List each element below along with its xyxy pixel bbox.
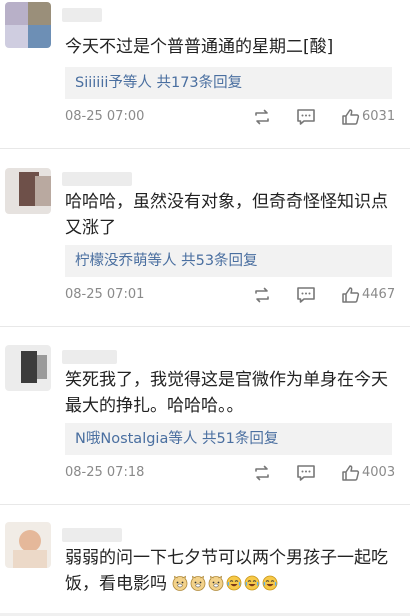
replies-link[interactable]: N哦Nostalgia等人 共51条回复	[65, 423, 392, 455]
avatar[interactable]	[5, 168, 51, 214]
replies-link[interactable]: Siiiiii予等人 共173条回复	[65, 67, 392, 99]
laugh-cry-emoji-icon	[263, 575, 278, 591]
comment-icon[interactable]	[296, 464, 316, 482]
timestamp: 08-25 07:01	[65, 287, 145, 302]
avatar[interactable]	[5, 2, 51, 48]
thumbs-up-icon[interactable]	[341, 286, 361, 304]
replies-link[interactable]: 柠檬没乔萌等人 共53条回复	[65, 245, 392, 277]
doge-emoji-icon	[191, 575, 206, 591]
comment-text: 哈哈哈，虽然没有对象，但奇奇怪怪知识点又涨了	[65, 192, 388, 238]
thumbs-up-icon[interactable]	[341, 108, 361, 126]
repost-icon[interactable]	[252, 108, 272, 126]
like-count: 6031	[362, 109, 396, 124]
comment-text: 今天不过是个普普通通的星期二[酸]	[65, 37, 334, 57]
comment-feed: 今天不过是个普普通通的星期二[酸] Siiiiii予等人 共173条回复 08-…	[0, 0, 410, 616]
comment-meta: 08-25 07:18 4003	[65, 463, 395, 483]
comment-text: 弱弱的问一下七夕节可以两个男孩子一起吃饭，看电影吗	[65, 545, 395, 597]
repost-icon[interactable]	[252, 464, 272, 482]
doge-emoji-icon	[209, 575, 224, 591]
comment-text: 笑死我了，我觉得这是官微作为单身在今天最大的挣扎。哈哈哈。。	[65, 370, 388, 416]
comment-icon[interactable]	[296, 286, 316, 304]
like-count: 4003	[362, 465, 396, 480]
like-count: 4467	[362, 287, 396, 302]
username-blurred[interactable]	[62, 528, 122, 542]
avatar[interactable]	[5, 345, 51, 391]
laugh-cry-emoji-icon	[245, 575, 260, 591]
divider	[0, 504, 410, 505]
timestamp: 08-25 07:00	[65, 109, 145, 124]
username-blurred[interactable]	[62, 8, 102, 22]
thumbs-up-icon[interactable]	[341, 464, 361, 482]
username-blurred[interactable]	[62, 350, 117, 364]
divider	[0, 148, 410, 149]
timestamp: 08-25 07:18	[65, 465, 145, 480]
avatar[interactable]	[5, 522, 51, 568]
comment-meta: 08-25 07:01 4467	[65, 285, 395, 305]
comment-meta: 08-25 07:00 6031	[65, 107, 395, 127]
divider	[0, 326, 410, 327]
laugh-cry-emoji-icon	[227, 575, 242, 591]
doge-emoji-icon	[173, 575, 188, 591]
repost-icon[interactable]	[252, 286, 272, 304]
comment-icon[interactable]	[296, 108, 316, 126]
username-blurred[interactable]	[62, 172, 132, 186]
